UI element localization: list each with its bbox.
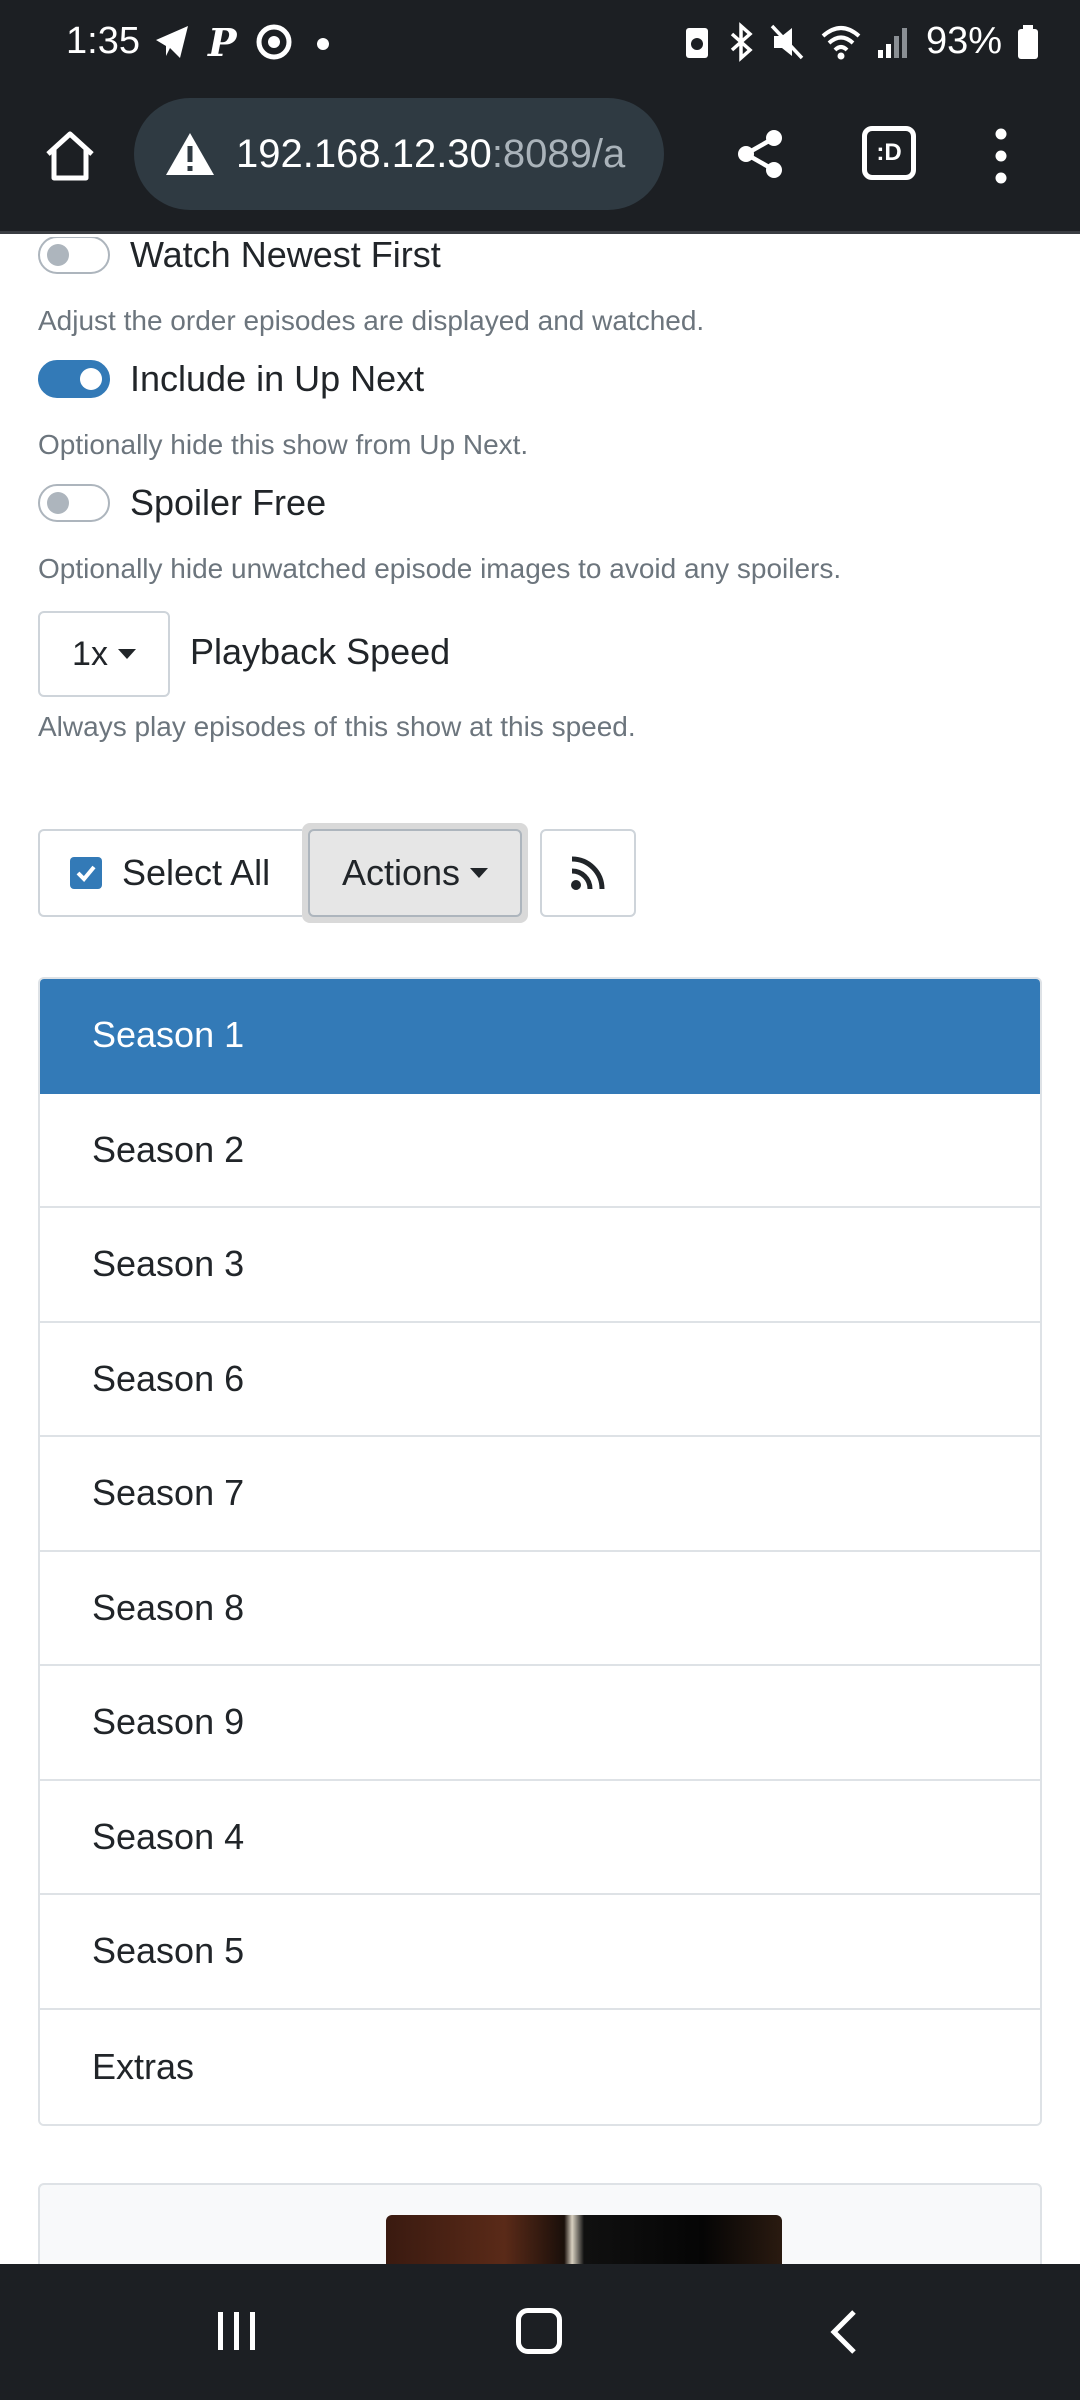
- battery-icon: [1018, 24, 1038, 59]
- season-item[interactable]: Extras: [40, 2009, 1040, 2124]
- nav-home-icon[interactable]: [516, 2308, 562, 2354]
- watch-newest-first-toggle[interactable]: [38, 237, 110, 274]
- playback-speed-help: Always play episodes of this show at thi…: [38, 711, 636, 742]
- season-item[interactable]: Season 1: [40, 979, 1040, 1094]
- season-item[interactable]: Season 5: [40, 1895, 1040, 2010]
- status-right: 93%: [682, 20, 1040, 63]
- notification-icons: P: [152, 22, 338, 62]
- system-nav-bar: [0, 2264, 1080, 2400]
- tabs-label: :D: [876, 139, 902, 166]
- select-all-button[interactable]: Select All: [38, 829, 302, 917]
- season-list: Season 1 Season 2 Season 3 Season 6 Season 7…: [38, 977, 1042, 2126]
- select-all-label: Select All: [122, 852, 271, 893]
- sync-icon: [256, 24, 292, 60]
- browser-toolbar: 192.168.12.30:8089/a :D: [0, 88, 1080, 234]
- bluetooth-icon: [730, 21, 753, 62]
- spoiler-free-row: Spoiler Free: [38, 482, 326, 524]
- url-host: 192.168.12.30: [236, 131, 492, 176]
- recents-icon[interactable]: [214, 2308, 260, 2354]
- include-up-next-label: Include in Up Next: [130, 358, 425, 399]
- actions-label: Actions: [341, 852, 461, 893]
- episode-thumbnail[interactable]: [386, 2215, 782, 2264]
- season-item[interactable]: Season 2: [40, 1093, 1040, 1208]
- status-time: 1:35: [66, 20, 140, 62]
- include-up-next-help: Optionally hide this show from Up Next.: [38, 429, 529, 460]
- season-item[interactable]: Season 3: [40, 1208, 1040, 1323]
- telegram-icon: [156, 26, 188, 58]
- dot-icon: [317, 38, 329, 50]
- page-content: Watch Newest First Adjust the order epis…: [0, 237, 1080, 2264]
- season-item[interactable]: Season 9: [40, 1666, 1040, 1781]
- actions-dropdown-button[interactable]: Actions: [308, 829, 522, 917]
- spoiler-free-help: Optionally hide unwatched episode images…: [38, 553, 842, 584]
- season-item[interactable]: Season 7: [40, 1437, 1040, 1552]
- tabs-button[interactable]: :D: [862, 126, 916, 180]
- checkmark-icon: [76, 865, 96, 882]
- include-up-next-toggle[interactable]: [38, 360, 110, 398]
- spoiler-free-label: Spoiler Free: [130, 482, 327, 523]
- mute-icon: [770, 24, 804, 59]
- rss-button[interactable]: [540, 829, 636, 917]
- share-icon[interactable]: [730, 124, 790, 184]
- watch-newest-first-row: Watch Newest First: [38, 237, 441, 276]
- url-path: :8089/a: [491, 131, 626, 176]
- include-up-next-row: Include in Up Next: [38, 358, 424, 400]
- chevron-down-icon: [470, 868, 489, 878]
- episode-card[interactable]: [38, 2183, 1042, 2264]
- warning-icon[interactable]: [164, 130, 216, 178]
- more-menu-icon[interactable]: [990, 124, 1012, 188]
- wifi-icon: [821, 25, 861, 59]
- spoiler-free-toggle[interactable]: [38, 484, 110, 522]
- battery-saver-icon: [685, 27, 708, 58]
- playback-speed-value: 1x: [72, 634, 108, 673]
- episode-actions-group: Select All Actions: [38, 823, 528, 923]
- playback-speed-label: Playback Speed: [190, 631, 451, 672]
- pinterest-icon: P: [207, 22, 238, 62]
- signal-icon: [877, 27, 907, 58]
- watch-newest-first-label: Watch Newest First: [130, 237, 441, 275]
- battery-percent: 93%: [925, 20, 1002, 62]
- playback-speed-select[interactable]: 1x: [38, 611, 170, 697]
- back-icon[interactable]: [826, 2308, 862, 2356]
- svg-text:P: P: [207, 22, 238, 62]
- actions-focus-ring: Actions: [302, 823, 528, 923]
- status-bar: 1:35 P 93%: [0, 0, 1080, 88]
- rss-icon: [571, 856, 605, 890]
- season-item[interactable]: Season 8: [40, 1551, 1040, 1666]
- select-all-checkbox[interactable]: [70, 857, 102, 889]
- season-item[interactable]: Season 4: [40, 1780, 1040, 1895]
- url-bar[interactable]: 192.168.12.30:8089/a: [134, 98, 664, 210]
- chevron-down-icon: [117, 649, 136, 659]
- watch-newest-first-help: Adjust the order episodes are displayed …: [38, 305, 705, 336]
- season-item[interactable]: Season 6: [40, 1322, 1040, 1437]
- home-icon[interactable]: [40, 126, 100, 186]
